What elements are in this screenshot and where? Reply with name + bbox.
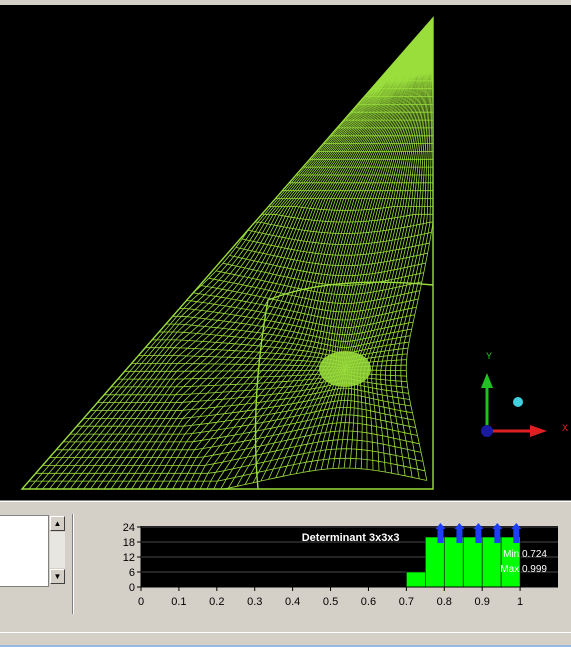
y-tick-label: 6 — [129, 567, 135, 579]
x-tick-label: 0.2 — [209, 596, 224, 608]
quality-histogram[interactable]: 0 6 12 18 24 0 0.1 0.2 0.3 0.4 0.5 0.6 0.7 0.8 0.9 1 Det… — [100, 514, 565, 610]
x-tick-label: 0.1 — [171, 596, 186, 608]
histogram-bar — [425, 536, 445, 588]
x-tick-label: 0.8 — [437, 596, 452, 608]
y-tick-label: 0 — [129, 582, 135, 594]
list-scrollbar-track[interactable] — [50, 532, 65, 568]
x-tick-label: 1 — [517, 596, 523, 608]
scroll-up-button[interactable]: ▲ — [50, 516, 65, 531]
cyan-point-icon — [513, 397, 523, 407]
histogram-title: Determinant 3x3x3 — [302, 532, 400, 544]
y-axis-arrow-icon — [481, 373, 493, 388]
y-tick-label: 24 — [123, 522, 135, 534]
x-axis-arrow-icon — [530, 425, 547, 437]
status-bar — [0, 632, 571, 647]
mesh-viewport[interactable]: Y X — [0, 0, 571, 500]
y-tick-label: 18 — [123, 537, 135, 549]
x-tick-label: 0.6 — [361, 596, 376, 608]
x-axis-label: X — [562, 424, 568, 435]
histogram-max-label: Max 0.999 — [500, 564, 547, 575]
x-tick-label: 0.9 — [475, 596, 490, 608]
histogram-bar — [500, 536, 521, 588]
y-tick-label: 12 — [123, 552, 135, 564]
panel-divider-highlight — [0, 501, 571, 502]
x-tick-label: 0.7 — [399, 596, 414, 608]
panel-separator — [72, 514, 74, 614]
histogram-min-label: Min 0.724 — [503, 549, 547, 560]
element-list[interactable] — [0, 515, 49, 587]
scroll-down-button[interactable]: ▼ — [50, 569, 65, 584]
x-tick-label: 0.3 — [247, 596, 262, 608]
y-axis-label: Y — [486, 352, 492, 363]
histogram-bar — [443, 536, 464, 588]
histogram-bar — [481, 536, 502, 588]
axis-origin — [481, 425, 493, 437]
x-tick-label: 0 — [138, 596, 144, 608]
x-tick-label: 0.4 — [285, 596, 300, 608]
x-tick-label: 0.5 — [323, 596, 338, 608]
histogram-bar — [462, 536, 483, 588]
axis-triad: Y X — [481, 352, 568, 437]
histogram-bar — [406, 571, 426, 588]
